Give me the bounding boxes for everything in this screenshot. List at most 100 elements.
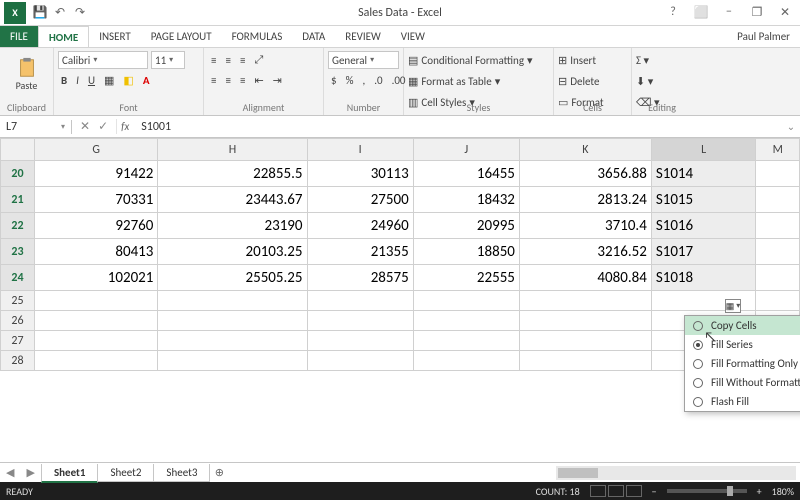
cell[interactable] bbox=[756, 187, 800, 213]
row-header[interactable]: 27 bbox=[1, 331, 35, 351]
fx-icon[interactable]: fx bbox=[117, 120, 133, 133]
cell[interactable] bbox=[519, 331, 651, 351]
autofill-option[interactable]: Fill Without Formatting bbox=[685, 373, 800, 392]
bold-button[interactable]: B bbox=[58, 73, 70, 88]
cell[interactable]: 3710.4 bbox=[519, 213, 651, 239]
cell[interactable] bbox=[35, 351, 158, 371]
currency-icon[interactable]: $ bbox=[328, 73, 340, 88]
cell[interactable] bbox=[307, 311, 413, 331]
sheet-nav-prev[interactable]: ◀ bbox=[0, 466, 20, 479]
horizontal-scrollbar[interactable] bbox=[556, 466, 796, 480]
cell[interactable]: 25505.25 bbox=[158, 265, 307, 291]
cell[interactable] bbox=[413, 351, 519, 371]
align-left-icon[interactable]: ≡ bbox=[208, 73, 219, 88]
font-size-select[interactable]: 11▾ bbox=[151, 51, 185, 69]
sheet-tab[interactable]: Sheet1 bbox=[41, 464, 99, 483]
cell[interactable]: 4080.84 bbox=[519, 265, 651, 291]
cancel-icon[interactable]: ✕ bbox=[80, 119, 90, 134]
redo-icon[interactable]: ↷ bbox=[72, 5, 88, 21]
inc-decimal-icon[interactable]: .0 bbox=[371, 73, 385, 88]
cell[interactable] bbox=[307, 331, 413, 351]
column-header[interactable]: L bbox=[651, 139, 756, 161]
view-buttons[interactable] bbox=[590, 485, 642, 497]
cell[interactable] bbox=[158, 331, 307, 351]
column-header[interactable]: J bbox=[413, 139, 519, 161]
cell[interactable]: 23190 bbox=[158, 213, 307, 239]
row-header[interactable]: 22 bbox=[1, 213, 35, 239]
font-name-select[interactable]: Calibri▾ bbox=[58, 51, 148, 69]
formula-input[interactable]: S1001 bbox=[133, 120, 782, 134]
cell[interactable] bbox=[35, 291, 158, 311]
save-icon[interactable]: 💾 bbox=[32, 5, 48, 21]
cell[interactable] bbox=[307, 351, 413, 371]
fill-color-button[interactable]: ◧ bbox=[120, 73, 136, 88]
cell[interactable]: 18432 bbox=[413, 187, 519, 213]
cell[interactable]: S1015 bbox=[651, 187, 756, 213]
cell[interactable]: 24960 bbox=[307, 213, 413, 239]
zoom-out-icon[interactable]: − bbox=[652, 485, 657, 498]
italic-button[interactable]: I bbox=[73, 73, 82, 88]
indent-inc-icon[interactable]: ⇥ bbox=[270, 73, 285, 88]
cell[interactable]: 16455 bbox=[413, 161, 519, 187]
cell[interactable]: S1018 bbox=[651, 265, 756, 291]
percent-icon[interactable]: % bbox=[343, 73, 357, 88]
fill-button[interactable]: ⬇ ▾ bbox=[636, 71, 688, 91]
cell[interactable]: 20103.25 bbox=[158, 239, 307, 265]
align-mid-icon[interactable]: ≡ bbox=[222, 53, 233, 68]
cell[interactable]: 80413 bbox=[35, 239, 158, 265]
border-button[interactable]: ▦ bbox=[101, 73, 117, 88]
align-bot-icon[interactable]: ≡ bbox=[237, 53, 248, 68]
column-header[interactable]: I bbox=[307, 139, 413, 161]
underline-button[interactable]: U bbox=[85, 73, 98, 88]
sheet-tab[interactable]: Sheet3 bbox=[153, 464, 210, 482]
insert-cells-button[interactable]: ⊞ Insert bbox=[558, 50, 627, 70]
cell[interactable]: 28575 bbox=[307, 265, 413, 291]
cell[interactable] bbox=[756, 213, 800, 239]
cell[interactable]: S1016 bbox=[651, 213, 756, 239]
column-header[interactable]: K bbox=[519, 139, 651, 161]
autofill-options-button[interactable]: ▦ bbox=[725, 299, 741, 313]
cell[interactable] bbox=[35, 331, 158, 351]
tab-page-layout[interactable]: PAGE LAYOUT bbox=[141, 26, 222, 47]
cell[interactable]: 102021 bbox=[35, 265, 158, 291]
cell[interactable] bbox=[413, 311, 519, 331]
autofill-option[interactable]: Flash Fill bbox=[685, 392, 800, 411]
undo-icon[interactable]: ↶ bbox=[52, 5, 68, 21]
cell[interactable] bbox=[519, 291, 651, 311]
tab-review[interactable]: REVIEW bbox=[335, 26, 391, 47]
cell[interactable]: 30113 bbox=[307, 161, 413, 187]
cell[interactable]: 22855.5 bbox=[158, 161, 307, 187]
number-format-select[interactable]: General▾ bbox=[328, 51, 399, 69]
cell[interactable] bbox=[519, 311, 651, 331]
cell[interactable]: 23443.67 bbox=[158, 187, 307, 213]
cell[interactable]: 22555 bbox=[413, 265, 519, 291]
cell[interactable] bbox=[413, 291, 519, 311]
user-name[interactable]: Paul Palmer bbox=[737, 26, 800, 47]
cell[interactable]: 21355 bbox=[307, 239, 413, 265]
cell[interactable]: 3216.52 bbox=[519, 239, 651, 265]
cell[interactable] bbox=[756, 161, 800, 187]
cell[interactable] bbox=[756, 265, 800, 291]
spreadsheet-grid[interactable]: GHIJKLM 209142222855.530113164553656.88S… bbox=[0, 138, 800, 462]
ribbon-collapse-icon[interactable]: ⬜ bbox=[690, 5, 712, 20]
cell[interactable]: 18850 bbox=[413, 239, 519, 265]
cell[interactable] bbox=[756, 291, 800, 311]
cell[interactable] bbox=[307, 291, 413, 311]
cell[interactable] bbox=[158, 311, 307, 331]
select-all-corner[interactable] bbox=[1, 139, 35, 161]
name-box[interactable]: L7▾ bbox=[0, 120, 72, 134]
sheet-tab[interactable]: Sheet2 bbox=[97, 464, 154, 482]
autofill-option[interactable]: Fill Formatting Only bbox=[685, 354, 800, 373]
align-right-icon[interactable]: ≡ bbox=[237, 73, 248, 88]
zoom-level[interactable]: 180% bbox=[772, 485, 794, 498]
autofill-option[interactable]: Copy Cells bbox=[685, 316, 800, 335]
help-icon[interactable]: ? bbox=[662, 5, 684, 20]
tab-file[interactable]: FILE bbox=[0, 26, 38, 47]
row-header[interactable]: 25 bbox=[1, 291, 35, 311]
zoom-in-icon[interactable]: + bbox=[757, 485, 762, 498]
cell[interactable]: 2813.24 bbox=[519, 187, 651, 213]
cell[interactable] bbox=[158, 351, 307, 371]
tab-data[interactable]: DATA bbox=[292, 26, 335, 47]
expand-formula-icon[interactable]: ⌄ bbox=[782, 120, 800, 133]
close-icon[interactable]: ✕ bbox=[774, 5, 796, 20]
